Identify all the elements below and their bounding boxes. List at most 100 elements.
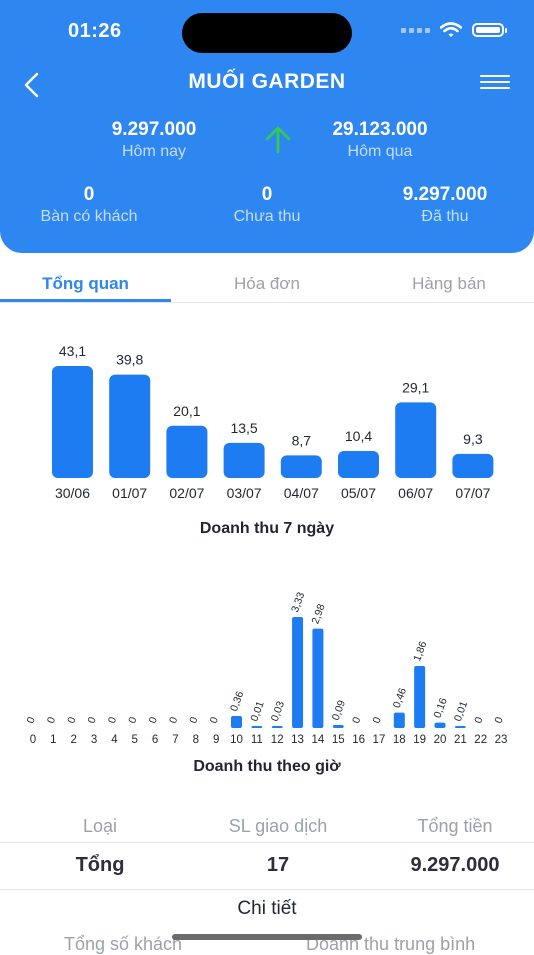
hourly-category-label: 13 (291, 734, 304, 746)
hourly-value-label: 2,98 (309, 602, 327, 625)
daily-category-label: 01/07 (112, 485, 147, 501)
hourly-category-label: 20 (434, 734, 447, 746)
hourly-category-label: 3 (91, 734, 97, 746)
today-label: Hôm nay (121, 143, 187, 160)
hourly-value-label: 0,36 (228, 690, 246, 713)
hourly-value-label: 0 (86, 715, 99, 725)
today-revenue: 9.297.000 Hôm nay (78, 119, 230, 161)
status-icons (401, 22, 507, 38)
hourly-bar (414, 666, 426, 728)
daily-category-label: 07/07 (455, 485, 490, 501)
tables-stat: 0 Bàn có khách (14, 184, 164, 226)
daily-bar (395, 402, 437, 478)
hourly-value-label: 0 (370, 715, 383, 725)
daily-category-label: 05/07 (341, 485, 376, 501)
daily-value-label: 20,1 (173, 403, 200, 419)
paid-value: 9.297.000 (402, 184, 488, 205)
daily-value-label: 13,5 (230, 420, 257, 436)
hourly-category-label: 10 (230, 734, 243, 746)
hourly-value-label: 0,09 (330, 699, 348, 722)
tables-label: Bàn có khách (40, 208, 138, 225)
hourly-revenue-chart: 000102030405060708090,36100,01110,03123,… (25, 591, 508, 746)
hourly-value-label: 3,33 (289, 591, 307, 614)
menu-icon[interactable] (480, 75, 510, 95)
hourly-category-label: 5 (132, 734, 138, 746)
hourly-value-label: 0 (45, 715, 58, 725)
daily-revenue-chart: 43,1 30/06 39,8 01/07 20,1 02/07 13,5 03/07 8,7 0… (52, 343, 494, 501)
hourly-value-label: 0 (350, 715, 363, 725)
paid-label: Đã thu (421, 208, 469, 225)
daily-category-label: 02/07 (169, 485, 204, 501)
hourly-category-label: 1 (50, 734, 56, 746)
home-indicator[interactable] (172, 934, 362, 940)
hourly-value-label: 0,03 (269, 700, 287, 723)
tables-value: 0 (83, 184, 95, 205)
hourly-value-label: 0 (65, 715, 78, 725)
hourly-value-label: 0 (147, 715, 160, 725)
daily-value-label: 43,1 (59, 343, 86, 359)
detail-button[interactable]: Chi tiết (0, 898, 534, 920)
hourly-category-label: 15 (332, 734, 345, 746)
hourly-chart-title: Doanh thu theo giờ (193, 758, 341, 775)
hourly-value-label: 0,01 (452, 700, 470, 723)
hourly-category-label: 6 (152, 734, 158, 746)
hourly-category-label: 9 (213, 734, 219, 746)
hourly-bar (434, 722, 446, 728)
daily-bar (338, 450, 379, 478)
hourly-category-label: 0 (30, 734, 36, 746)
tab-items-sold[interactable]: Hàng bán (364, 274, 534, 294)
tab-overview[interactable]: Tổng quan (0, 274, 171, 294)
hourly-value-label: 0 (187, 715, 200, 725)
total-customers-label: Tổng số khách (64, 934, 183, 954)
camera-notch (182, 13, 352, 53)
hourly-category-label: 11 (251, 734, 263, 746)
daily-bar (109, 374, 151, 478)
hourly-category-label: 12 (271, 734, 284, 746)
status-time: 01:26 (68, 20, 122, 42)
hourly-category-label: 4 (111, 734, 118, 746)
hourly-category-label: 7 (172, 734, 178, 746)
yesterday-revenue: 29.123.000 Hôm qua (300, 119, 460, 161)
daily-value-label: 29,1 (402, 379, 429, 395)
hourly-category-label: 18 (393, 734, 406, 746)
hourly-bar (312, 628, 324, 728)
hourly-bar (271, 726, 283, 728)
hourly-bar (251, 726, 263, 728)
hourly-value-label: 0 (167, 715, 180, 725)
battery-icon (472, 23, 507, 37)
hourly-bar (231, 716, 242, 728)
col-count-header: SL giao dịch (228, 816, 328, 836)
hourly-category-label: 2 (70, 734, 76, 746)
hourly-value-label: 0,01 (248, 700, 266, 723)
hourly-value-label: 0 (106, 715, 119, 725)
tab-invoices[interactable]: Hóa đơn (182, 274, 352, 294)
daily-chart-title: Doanh thu 7 ngày (199, 520, 335, 537)
hourly-category-label: 22 (474, 734, 487, 746)
row-type: Tổng (75, 854, 125, 876)
today-value: 9.297.000 (111, 119, 197, 140)
daily-bar (280, 455, 322, 478)
unpaid-value: 0 (261, 184, 273, 205)
daily-category-label: 06/07 (398, 485, 433, 501)
hourly-category-label: 17 (373, 734, 386, 746)
daily-value-label: 8,7 (292, 432, 312, 448)
hourly-category-label: 21 (454, 734, 467, 746)
daily-value-label: 10,4 (345, 428, 372, 444)
hourly-value-label: 1,86 (411, 640, 429, 663)
paid-stat: 9.297.000 Đã thu (370, 184, 520, 226)
row-total: 9.297.000 (410, 854, 500, 876)
daily-bar (52, 366, 93, 478)
daily-value-label: 9,3 (463, 431, 483, 447)
signal-icon (401, 27, 430, 33)
daily-bar (223, 442, 265, 478)
tab-bar: Tổng quan Hóa đơn Hàng bán (0, 264, 534, 303)
unpaid-label: Chưa thu (233, 208, 301, 225)
summary-total-row: Tổng 17 9.297.000 (0, 842, 534, 890)
hourly-value-label: 0 (126, 715, 139, 725)
yesterday-label: Hôm qua (347, 143, 413, 160)
daily-category-label: 04/07 (284, 485, 319, 501)
hourly-value-label: 0,16 (432, 696, 450, 719)
tab-active-indicator (0, 299, 171, 302)
hourly-value-label: 0 (493, 715, 506, 725)
yesterday-value: 29.123.000 (332, 119, 428, 140)
